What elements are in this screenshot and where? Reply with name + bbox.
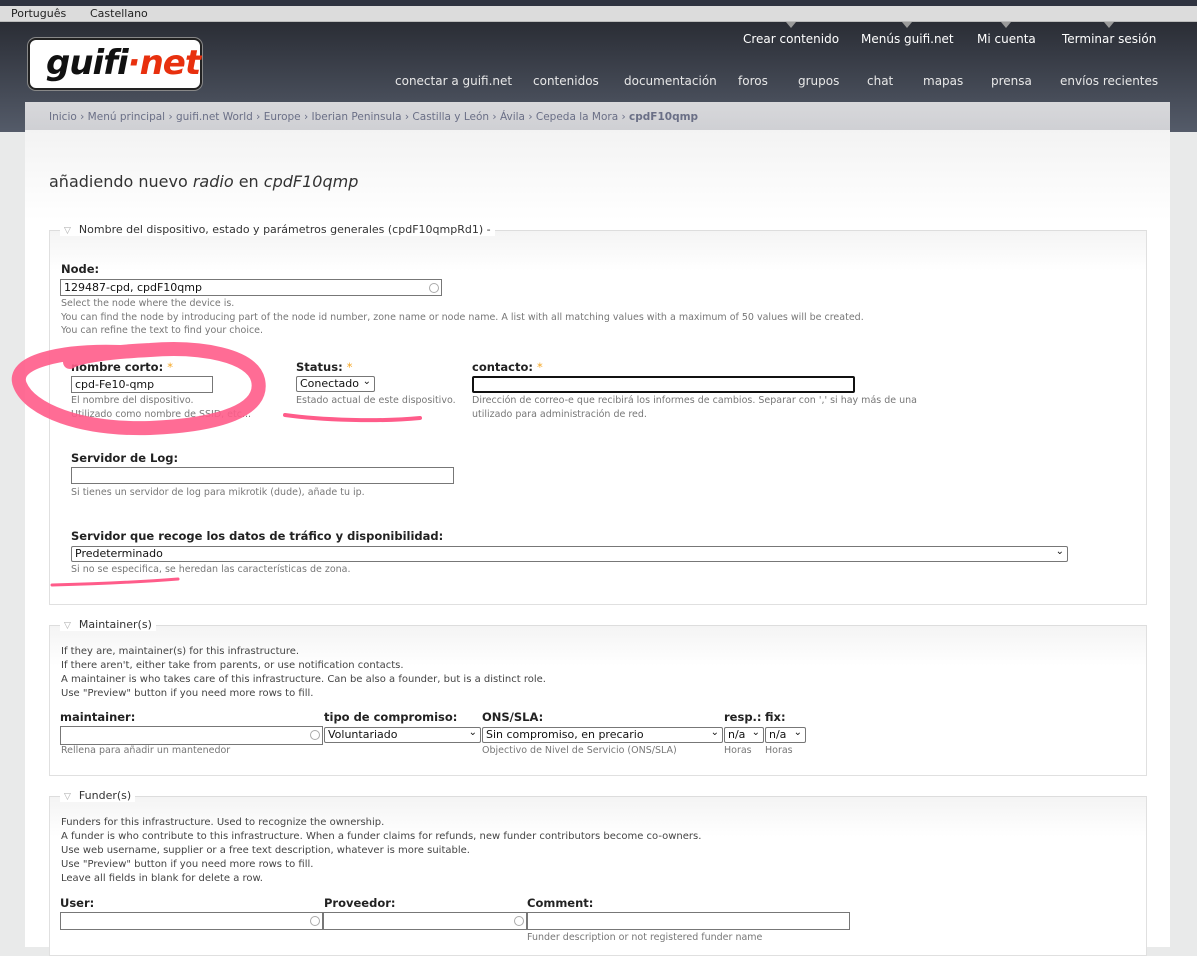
status-label: Status: *: [296, 360, 353, 374]
lang-castellano[interactable]: Castellano: [90, 7, 148, 20]
maintainers-legend[interactable]: ▽ Maintainer(s): [60, 618, 156, 631]
commitment-select[interactable]: Voluntariado ⌄: [324, 727, 481, 743]
chevron-down-icon: ⌄: [362, 376, 371, 387]
resp-select[interactable]: n/a ⌄: [724, 727, 764, 743]
funders-legend[interactable]: ▽ Funder(s): [60, 789, 136, 802]
nav-prensa[interactable]: prensa: [991, 74, 1032, 88]
maintainers-intro: If they are, maintainer(s) for this infr…: [61, 646, 546, 699]
short-name-description: El nombre del dispositivo. Utilizado como…: [71, 395, 252, 420]
log-server-input[interactable]: [71, 467, 454, 484]
funder-comment-description: Funder description or not registered fun…: [527, 932, 763, 943]
node-description: Select the node where the device is. You …: [61, 298, 864, 336]
funder-supplier-input[interactable]: [323, 912, 527, 930]
funders-intro: Funders for this infrastructure. Used to…: [61, 817, 702, 884]
crumb-link[interactable]: Iberian Peninsula: [312, 111, 402, 123]
site-logo[interactable]: guifi·net: [28, 38, 202, 90]
commitment-label: tipo de compromiso:: [324, 710, 458, 724]
lang-portugues[interactable]: Português: [11, 7, 66, 20]
nav-foros[interactable]: foros: [738, 74, 768, 88]
traffic-server-description: Si no se especifica, se heredan las cara…: [71, 564, 351, 575]
crumb-link[interactable]: Menú principal: [88, 111, 165, 123]
nav-grupos[interactable]: grupos: [798, 74, 839, 88]
maintainer-input[interactable]: [60, 726, 323, 745]
funder-user-label: User:: [60, 896, 95, 910]
language-bar: Português Castellano: [0, 6, 1197, 22]
funder-supplier-label: Proveedor:: [324, 896, 396, 910]
autocomplete-icon: [514, 916, 524, 926]
chevron-down-icon: ⌄: [710, 727, 719, 738]
chevron-down-icon: ⌄: [1055, 546, 1064, 557]
chevron-down-icon: ⌄: [751, 727, 760, 738]
status-select[interactable]: Conectado ⌄: [296, 376, 375, 392]
contact-label: contacto: *: [472, 360, 543, 374]
logo-text-accent: ·net: [127, 43, 201, 83]
funder-comment-input[interactable]: [527, 912, 850, 930]
traffic-server-label: Servidor que recoge los datos de tráfico…: [71, 529, 444, 543]
logo-text: guifi: [46, 43, 129, 83]
node-label: Node:: [61, 262, 100, 276]
maintainer-label: maintainer:: [60, 710, 136, 724]
crumb-link[interactable]: Inicio: [49, 111, 77, 123]
crumb-link[interactable]: guifi.net World: [176, 111, 253, 123]
nav-menus-guifi[interactable]: Menús guifi.net: [861, 22, 954, 46]
log-server-description: Si tienes un servidor de log para mikrot…: [71, 487, 365, 498]
maintainer-description: Rellena para añadir un mantenedor: [61, 745, 231, 756]
nav-contenidos[interactable]: contenidos: [533, 74, 599, 88]
autocomplete-icon: [310, 730, 320, 740]
funder-comment-label: Comment:: [527, 896, 594, 910]
log-server-label: Servidor de Log:: [71, 451, 179, 465]
sla-select[interactable]: Sin compromiso, en precario ⌄: [482, 727, 723, 743]
contact-description: Dirección de correo-e que recibirá los i…: [472, 395, 917, 420]
general-legend[interactable]: ▽ Nombre del dispositivo, estado y paráme…: [60, 223, 495, 236]
nav-mapas[interactable]: mapas: [923, 74, 963, 88]
crumb-link[interactable]: Europe: [264, 111, 301, 123]
short-name-input[interactable]: cpd-Fe10-qmp: [71, 376, 213, 393]
sla-description: Objectivo de Nivel de Servicio (ONS/SLA): [482, 745, 677, 756]
nav-crear-contenido[interactable]: Crear contenido: [743, 22, 839, 46]
fix-label: fix:: [765, 710, 786, 724]
contact-input[interactable]: [472, 376, 855, 393]
traffic-server-select[interactable]: Predeterminado ⌄: [71, 546, 1068, 562]
sla-label: ONS/SLA:: [482, 710, 544, 724]
nav-envios-recientes[interactable]: envíos recientes: [1060, 74, 1158, 88]
fix-select[interactable]: n/a ⌄: [765, 727, 806, 743]
nav-mi-cuenta[interactable]: Mi cuenta: [977, 22, 1036, 46]
fix-description: Horas: [765, 745, 793, 756]
short-name-label: nombre corto: *: [71, 360, 173, 374]
node-input[interactable]: 129487-cpd, cpdF10qmp: [60, 279, 442, 296]
page-title: añadiendo nuevo radio en cpdF10qmp: [49, 172, 359, 191]
funder-user-input[interactable]: [60, 912, 323, 930]
collapse-triangle-icon: ▽: [64, 792, 71, 802]
chevron-down-icon: ⌄: [793, 727, 802, 738]
collapse-triangle-icon: ▽: [64, 621, 71, 631]
resp-label: resp.:: [724, 710, 762, 724]
crumb-link[interactable]: Castilla y León: [412, 111, 489, 123]
status-description: Estado actual de este dispositivo.: [296, 395, 456, 406]
autocomplete-icon: [310, 916, 320, 926]
nav-chat[interactable]: chat: [867, 74, 893, 88]
collapse-triangle-icon: ▽: [64, 226, 71, 236]
breadcrumb: Inicio › Menú principal › guifi.net Worl…: [25, 102, 1170, 130]
chevron-down-icon: ⌄: [468, 727, 477, 738]
autocomplete-icon: [429, 283, 439, 293]
crumb-link[interactable]: Cepeda la Mora: [536, 111, 618, 123]
crumb-link[interactable]: Ávila: [500, 111, 525, 123]
crumb-current: cpdF10qmp: [629, 111, 699, 123]
nav-documentacion[interactable]: documentación: [624, 74, 717, 88]
nav-conectar[interactable]: conectar a guifi.net: [395, 74, 512, 88]
resp-description: Horas: [724, 745, 752, 756]
nav-terminar-sesion[interactable]: Terminar sesión: [1062, 22, 1156, 46]
